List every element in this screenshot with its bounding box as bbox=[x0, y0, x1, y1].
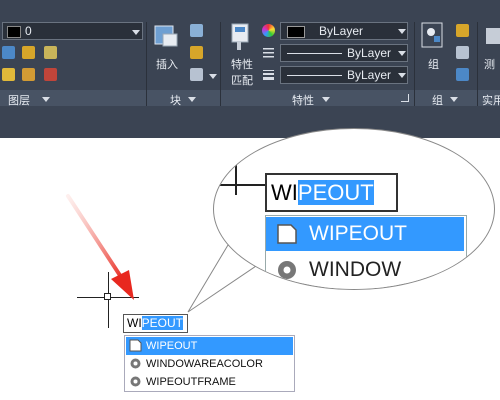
annotation-arrow bbox=[66, 194, 134, 300]
